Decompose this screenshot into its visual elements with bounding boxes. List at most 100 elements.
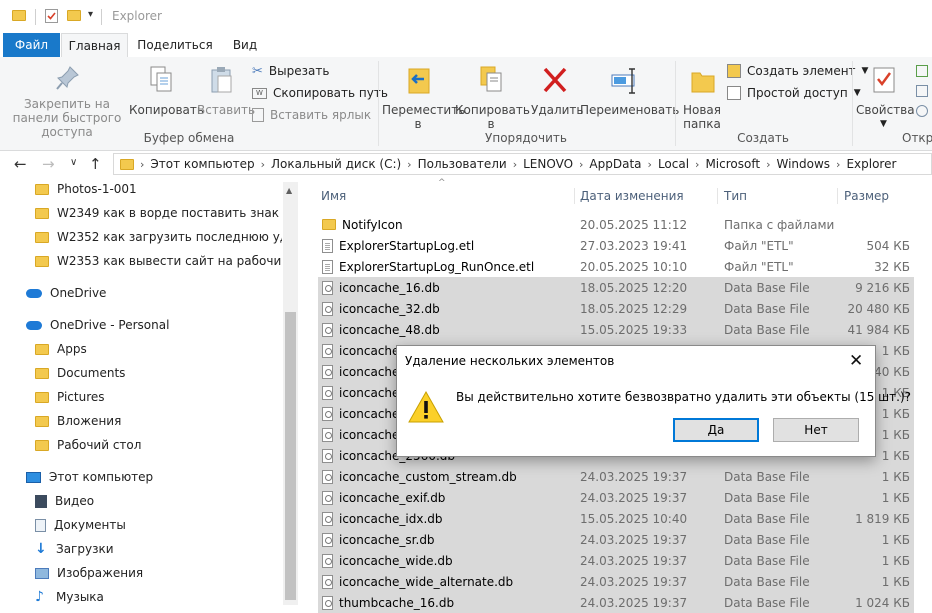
rename-button[interactable]: Переименовать (580, 63, 679, 127)
nav-item[interactable]: OneDrive - Personal (0, 313, 282, 337)
nav-item[interactable]: Видео (0, 489, 282, 513)
new-item-button[interactable]: Создать элемент ▼ (727, 62, 868, 80)
scroll-up-icon[interactable]: ▲ (286, 186, 292, 195)
nav-item[interactable]: W2352 как загрузить последнюю удачнун (0, 225, 282, 249)
move-to-label: Переместить в (382, 103, 466, 131)
nav-item-label: Apps (57, 342, 87, 356)
database-file-icon (322, 322, 333, 337)
column-date[interactable]: Дата изменения (580, 185, 710, 207)
move-to-button[interactable]: Переместить в (382, 63, 465, 131)
file-row[interactable]: ExplorerStartupLog_RunOnce.etl 20.05.2025… (318, 256, 914, 277)
file-name: iconcache_wide_alternate.db (339, 574, 514, 589)
quick-access-dropdown-icon[interactable]: ▾ (88, 9, 93, 20)
file-icon (322, 238, 333, 253)
new-folder-button[interactable]: Новая папка (680, 63, 724, 131)
nav-item-label: Изображения (57, 566, 144, 580)
close-icon[interactable]: ✕ (849, 351, 863, 371)
properties-quick-icon[interactable] (45, 9, 58, 23)
file-row[interactable]: iconcache_16.db 18.05.2025 12:20 Data Base… (318, 277, 914, 298)
breadcrumb-local-disk[interactable]: Локальный диск (C:) (265, 157, 407, 171)
scroll-thumb[interactable] (285, 312, 296, 600)
nav-item[interactable]: Этот компьютер (0, 465, 282, 489)
pin-quick-access-button[interactable]: Закрепить на панели быстрого доступа (6, 63, 128, 139)
breadcrumb-this-pc[interactable]: Этот компьютер (144, 157, 260, 171)
tab-file[interactable]: Файл (3, 33, 60, 57)
file-row[interactable]: iconcache_idx.db 15.05.2025 10:40 Data Bas… (318, 508, 914, 529)
nav-scrollbar[interactable]: ▲ (283, 182, 298, 605)
copy-path-button[interactable]: W Скопировать путь (252, 84, 388, 102)
column-divider[interactable] (574, 188, 575, 204)
paste-shortcut-button[interactable]: Вставить ярлык (252, 106, 371, 124)
breadcrumb-appdata[interactable]: AppData (583, 157, 647, 171)
properties-button[interactable]: Свойства ▼ (856, 63, 915, 129)
nav-item[interactable]: Изображения (0, 561, 282, 585)
nav-item[interactable]: W2349 как в ворде поставить знак умнож (0, 201, 282, 225)
breadcrumb-lenovo[interactable]: LENOVO (517, 157, 579, 171)
delete-button[interactable]: Удалить (531, 63, 584, 127)
column-divider[interactable] (717, 188, 718, 204)
address-bar[interactable]: › Этот компьютер › Локальный диск (C:) ›… (113, 153, 932, 175)
tab-view[interactable]: Вид (224, 33, 266, 57)
up-arrow-icon[interactable]: ↑ (89, 155, 102, 173)
paste-icon (209, 65, 235, 98)
nav-item[interactable]: ↓ Загрузки (0, 537, 282, 561)
file-row[interactable]: iconcache_48.db 15.05.2025 19:33 Data Base… (318, 319, 914, 340)
easy-access-button[interactable]: Простой доступ ▼ (727, 84, 861, 102)
breadcrumb-microsoft[interactable]: Microsoft (699, 157, 766, 171)
history-icon[interactable] (916, 105, 928, 117)
file-row[interactable]: iconcache_wide.db 24.03.2025 19:37 Data Ba… (318, 550, 914, 571)
file-date: 18.05.2025 12:29 (580, 301, 688, 316)
nav-item[interactable]: Вложения (0, 409, 282, 433)
nav-item[interactable]: Documents (0, 361, 282, 385)
cut-button[interactable]: ✂ Вырезать (252, 62, 329, 80)
easy-access-icon (727, 86, 741, 100)
file-date: 27.03.2023 19:41 (580, 238, 688, 253)
recent-dropdown-icon[interactable]: ∨ (70, 157, 77, 168)
file-row[interactable]: iconcache_exif.db 24.03.2025 19:37 Data Ba… (318, 487, 914, 508)
nav-item[interactable]: Pictures (0, 385, 282, 409)
file-row[interactable]: iconcache_32.db 18.05.2025 12:29 Data Base… (318, 298, 914, 319)
open-icon[interactable] (916, 65, 928, 77)
copy-button[interactable]: Копировать (129, 63, 204, 125)
warning-icon (407, 390, 445, 427)
column-type[interactable]: Тип (724, 185, 824, 207)
file-row[interactable]: iconcache_sr.db 24.03.2025 19:37 Data Base… (318, 529, 914, 550)
new-folder-quick-icon[interactable] (67, 10, 81, 21)
column-name[interactable]: Имя (321, 185, 561, 207)
breadcrumb-windows[interactable]: Windows (770, 157, 836, 171)
nav-item[interactable]: Документы (0, 513, 282, 537)
nav-item[interactable]: Photos-1-001 (0, 177, 282, 201)
back-arrow-icon[interactable]: ← (14, 155, 27, 173)
nav-item[interactable]: ♪ Музыка (0, 585, 282, 609)
file-row[interactable]: iconcache_custom_stream.db 24.03.2025 19:… (318, 466, 914, 487)
nav-item[interactable]: Apps (0, 337, 282, 361)
column-size[interactable]: Размер (844, 185, 924, 207)
cloud-icon (26, 288, 42, 298)
breadcrumb-local[interactable]: Local (652, 157, 695, 171)
breadcrumb-users[interactable]: Пользователи (412, 157, 513, 171)
file-row[interactable]: NotifyIcon 20.05.2025 11:12 Папка с файлам… (318, 214, 914, 235)
database-file-icon (322, 343, 333, 358)
forward-arrow-icon[interactable]: → (42, 155, 55, 173)
paste-button[interactable]: Вставить (197, 63, 255, 125)
tab-home[interactable]: Главная (61, 33, 128, 58)
dialog-title-bar: Удаление нескольких элементов (397, 346, 875, 376)
new-folder-icon (690, 65, 716, 98)
copy-to-button[interactable]: Копировать в (455, 63, 530, 131)
file-row[interactable]: ExplorerStartupLog.etl 27.03.2023 19:41 Фа… (318, 235, 914, 256)
tab-share[interactable]: Поделиться (134, 33, 216, 57)
breadcrumb-explorer[interactable]: Explorer (840, 157, 902, 171)
nav-item[interactable]: Рабочий стол (0, 433, 282, 457)
new-item-label: Создать элемент (747, 64, 856, 78)
no-button[interactable]: Нет (773, 418, 859, 442)
file-row[interactable]: iconcache_wide_alternate.db 24.03.2025 19… (318, 571, 914, 592)
file-size: 32 КБ (874, 259, 910, 274)
database-file-icon (322, 469, 333, 484)
edit-icon[interactable] (916, 85, 928, 97)
file-row[interactable]: thumbcache_16.db 24.03.2025 19:37 Data Bas… (318, 592, 914, 613)
column-divider[interactable] (837, 188, 838, 204)
nav-item[interactable]: W2353 как вывести сайт на рабочий стол (0, 249, 282, 273)
nav-item[interactable]: OneDrive (0, 281, 282, 305)
folder-icon (120, 158, 134, 170)
yes-button[interactable]: Да (673, 418, 759, 442)
